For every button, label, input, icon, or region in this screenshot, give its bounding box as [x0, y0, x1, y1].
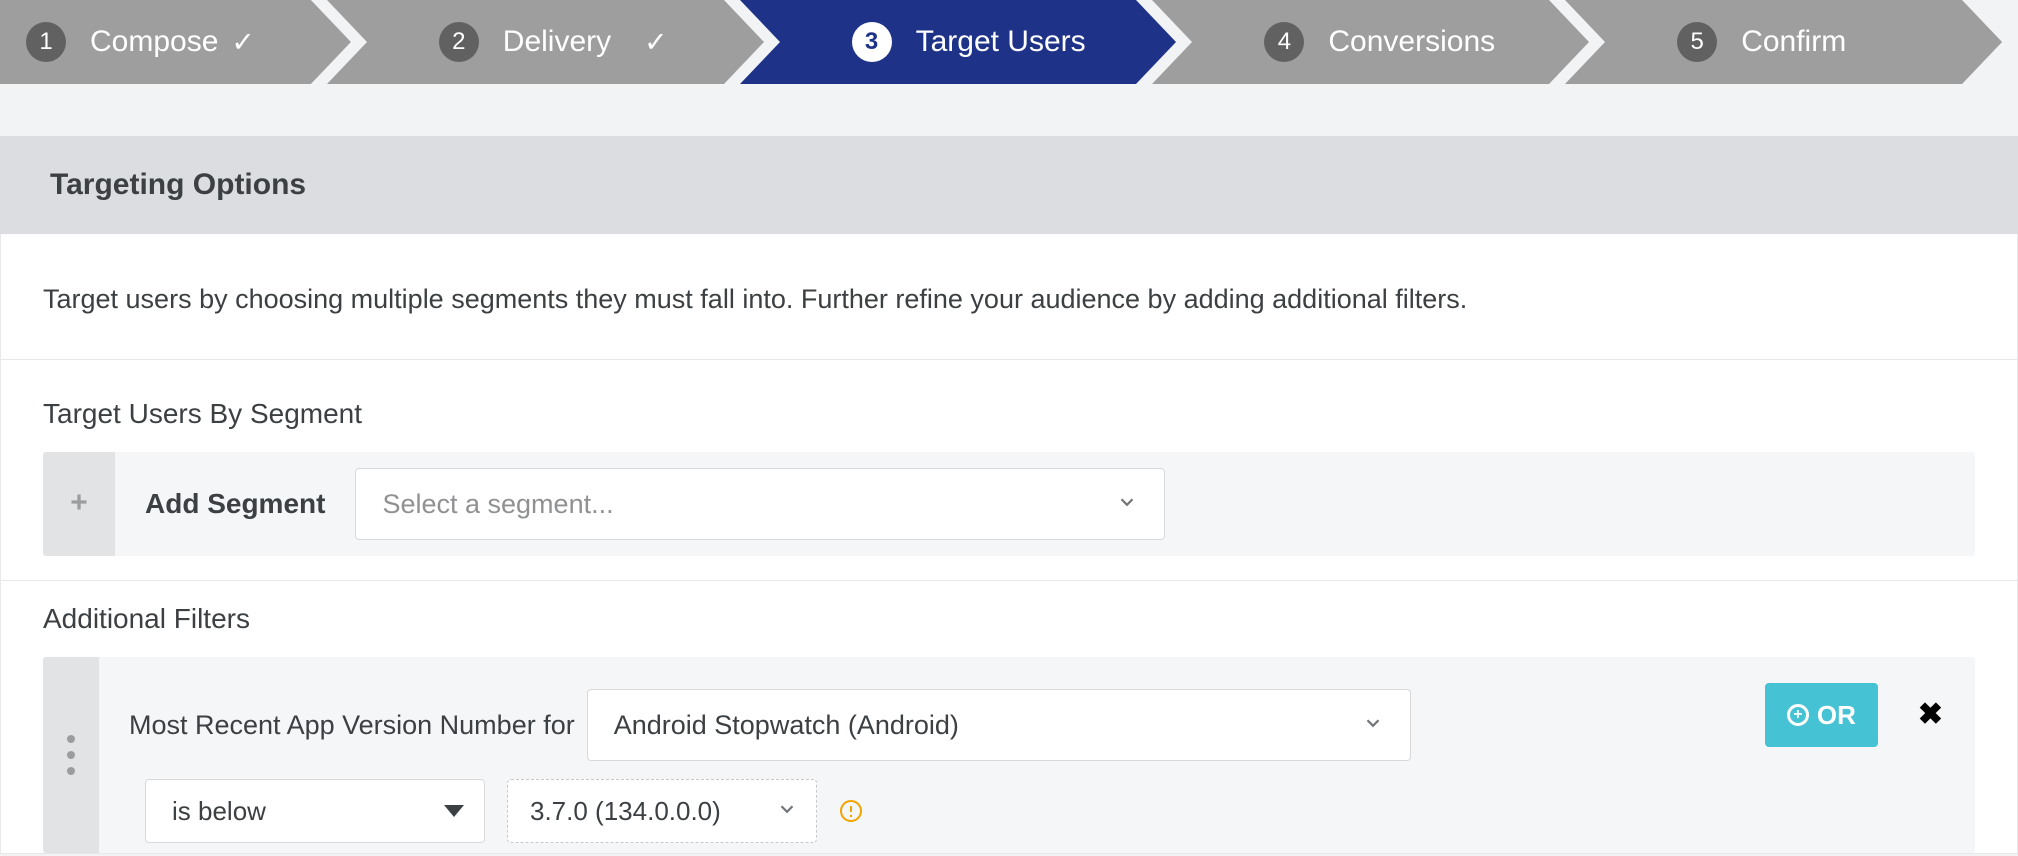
- wizard-stepper: 1 Compose ✓ 2 Delivery ✓ 3 Target Users: [0, 0, 2018, 84]
- check-icon: ✓: [644, 26, 667, 59]
- add-segment-label: Add Segment: [115, 452, 355, 556]
- plus-circle-icon: +: [1787, 704, 1809, 726]
- step-number: 3: [852, 22, 892, 62]
- step-label: Conversions: [1328, 25, 1495, 59]
- panel-title: Targeting Options: [0, 136, 2018, 234]
- or-button-label: OR: [1817, 700, 1856, 731]
- operator-select[interactable]: is below: [145, 779, 485, 843]
- step-joint: [1962, 0, 2018, 84]
- app-select[interactable]: Android Stopwatch (Android): [587, 689, 1411, 761]
- step-label: Delivery: [503, 25, 611, 59]
- step-joint: [311, 0, 367, 84]
- step-label: Compose: [90, 25, 218, 59]
- chevron-down-icon: [1116, 489, 1138, 520]
- segments-heading: Target Users By Segment: [43, 398, 1975, 430]
- warning-icon: [839, 799, 863, 823]
- version-select[interactable]: 3.7.0 (134.0.0.0): [507, 779, 817, 843]
- step-compose[interactable]: 1 Compose ✓: [0, 0, 311, 84]
- app-select-value: Android Stopwatch (Android): [614, 710, 959, 741]
- plus-icon: [69, 492, 89, 517]
- targeting-panel: Targeting Options Target users by choosi…: [0, 136, 2018, 854]
- step-number: 5: [1677, 22, 1717, 62]
- step-target-users[interactable]: 3 Target Users: [780, 0, 1137, 84]
- step-number: 2: [439, 22, 479, 62]
- add-segment-button[interactable]: [43, 452, 115, 556]
- step-number: 1: [26, 22, 66, 62]
- filter-prefix-label: Most Recent App Version Number for: [129, 710, 575, 741]
- or-button[interactable]: + OR: [1765, 683, 1878, 747]
- operator-select-value: is below: [172, 796, 266, 827]
- panel-description: Target users by choosing multiple segmen…: [1, 234, 2017, 360]
- chevron-down-icon: [776, 796, 798, 827]
- close-icon: ✖: [1918, 698, 1943, 731]
- chevron-down-icon: [1362, 710, 1384, 741]
- triangle-down-icon: [444, 805, 464, 817]
- step-joint: [1549, 0, 1605, 84]
- segment-select[interactable]: Select a segment...: [355, 468, 1165, 540]
- step-delivery[interactable]: 2 Delivery ✓: [367, 0, 724, 84]
- step-label: Target Users: [916, 25, 1086, 59]
- check-icon: ✓: [231, 26, 254, 59]
- step-number: 4: [1264, 22, 1304, 62]
- add-segment-row: Add Segment Select a segment...: [43, 452, 1975, 556]
- step-confirm[interactable]: 5 Confirm: [1605, 0, 1962, 84]
- filter-row: Most Recent App Version Number for Andro…: [43, 657, 1975, 853]
- step-conversions[interactable]: 4 Conversions: [1192, 0, 1549, 84]
- segment-select-placeholder: Select a segment...: [382, 489, 613, 520]
- step-joint: [1136, 0, 1192, 84]
- remove-filter-button[interactable]: ✖: [1918, 683, 1943, 732]
- drag-handle[interactable]: [43, 657, 99, 853]
- version-select-value: 3.7.0 (134.0.0.0): [530, 796, 721, 827]
- step-joint: [724, 0, 780, 84]
- filters-heading: Additional Filters: [43, 603, 1975, 635]
- step-label: Confirm: [1741, 25, 1846, 59]
- drag-icon: [67, 735, 75, 775]
